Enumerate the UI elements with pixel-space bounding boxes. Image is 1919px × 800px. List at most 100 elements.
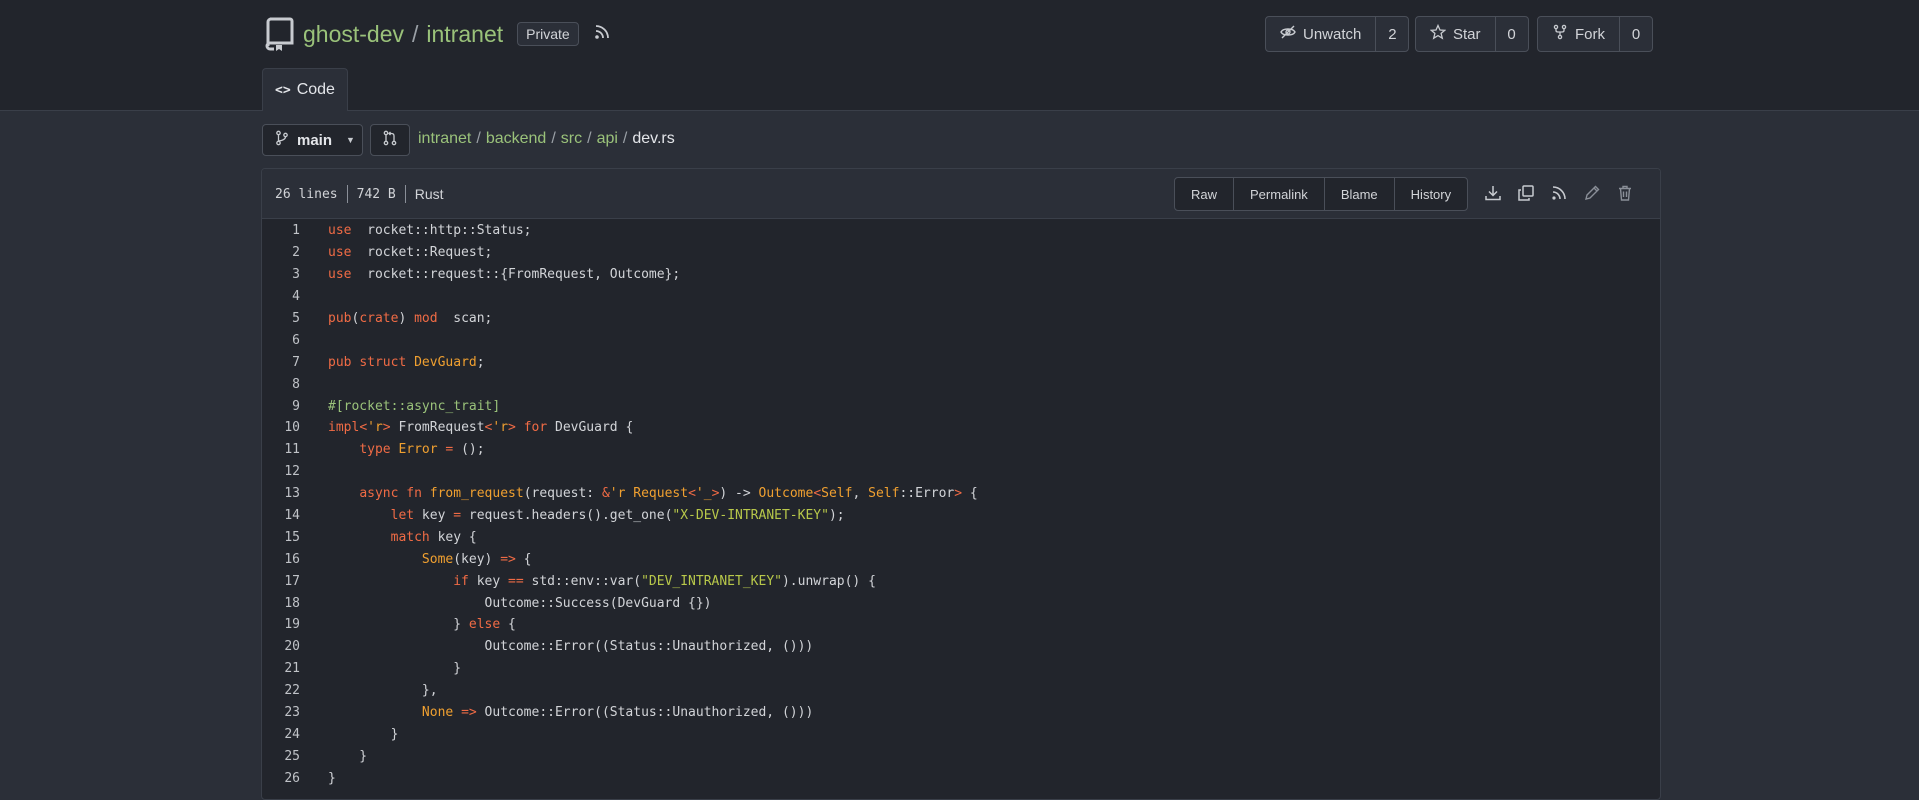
compare-button[interactable] xyxy=(370,124,410,156)
code-line: 22 }, xyxy=(262,680,1660,702)
repo-header: ghost-dev / intranet Private Unwatch 2 S… xyxy=(0,0,1919,111)
line-number[interactable]: 19 xyxy=(262,617,300,632)
breadcrumb-current-file: dev.rs xyxy=(632,130,675,147)
line-number[interactable]: 13 xyxy=(262,486,300,501)
line-content: Outcome::Error((Status::Unauthorized, ()… xyxy=(328,639,814,655)
line-content: } else { xyxy=(328,617,516,633)
watch-group: Unwatch 2 xyxy=(1265,16,1410,52)
line-number[interactable]: 8 xyxy=(262,377,300,392)
code-line: 13 async fn from_request(request: &'r Re… xyxy=(262,483,1660,505)
breadcrumb-separator: / xyxy=(622,130,628,147)
line-content: use rocket::Request; xyxy=(328,245,493,261)
line-number[interactable]: 11 xyxy=(262,442,300,457)
line-content: } xyxy=(328,726,399,742)
code-line: 15 match key { xyxy=(262,526,1660,548)
edit-icon[interactable] xyxy=(1583,184,1601,202)
repo-separator: / xyxy=(412,20,419,47)
trash-icon[interactable] xyxy=(1616,184,1634,202)
breadcrumb-item[interactable]: backend xyxy=(486,130,547,148)
code-line: 2 use rocket::Request; xyxy=(262,242,1660,264)
breadcrumb-separator: / xyxy=(587,130,592,147)
blame-button[interactable]: Blame xyxy=(1325,178,1395,210)
file-size: 742 B xyxy=(356,186,396,202)
code-line: 8 xyxy=(262,373,1660,395)
line-number[interactable]: 17 xyxy=(262,574,300,589)
repo-title: ghost-dev / intranet Private xyxy=(265,14,611,54)
line-content: match key { xyxy=(390,529,477,545)
line-number[interactable]: 7 xyxy=(262,355,300,370)
download-icon[interactable] xyxy=(1484,184,1502,202)
breadcrumb-item[interactable]: intranet xyxy=(418,130,471,148)
unwatch-button[interactable]: Unwatch xyxy=(1266,17,1377,51)
line-content: pub struct DevGuard; xyxy=(328,354,485,370)
code-line: 9 #[rocket::async_trait] xyxy=(262,395,1660,417)
raw-button[interactable]: Raw xyxy=(1175,178,1235,210)
line-number[interactable]: 5 xyxy=(262,311,300,326)
branch-selector[interactable]: main ▼ xyxy=(262,124,363,156)
breadcrumb-item[interactable]: api xyxy=(597,130,618,148)
code-line: 23 None => Outcome::Error((Status::Unaut… xyxy=(262,702,1660,724)
line-number[interactable]: 24 xyxy=(262,727,300,742)
line-content: }, xyxy=(328,683,438,699)
line-number[interactable]: 20 xyxy=(262,639,300,654)
branch-name: main xyxy=(297,131,333,149)
line-number[interactable]: 22 xyxy=(262,683,300,698)
line-number[interactable]: 23 xyxy=(262,705,300,720)
fork-icon xyxy=(1552,24,1568,44)
code-line: 7 pub struct DevGuard; xyxy=(262,351,1660,373)
star-group: Star 0 xyxy=(1415,16,1529,52)
code-line: 1 use rocket::http::Status; xyxy=(262,220,1660,242)
line-number[interactable]: 26 xyxy=(262,771,300,786)
line-number[interactable]: 25 xyxy=(262,749,300,764)
line-number[interactable]: 21 xyxy=(262,661,300,676)
line-content: None => Outcome::Error((Status::Unauthor… xyxy=(421,705,814,721)
code-line: 16 Some(key) => { xyxy=(262,548,1660,570)
code-line: 14 let key = request.headers().get_one("… xyxy=(262,505,1660,527)
line-content: use rocket::http::Status; xyxy=(328,223,532,239)
file-icon-actions xyxy=(1484,184,1634,202)
permalink-button[interactable]: Permalink xyxy=(1234,178,1325,210)
code-line: 19 } else { xyxy=(262,614,1660,636)
code-line: 3 use rocket::request::{FromRequest, Outc… xyxy=(262,264,1660,286)
line-number[interactable]: 3 xyxy=(262,267,300,282)
line-number[interactable]: 12 xyxy=(262,464,300,479)
line-number[interactable]: 4 xyxy=(262,289,300,304)
repo-name-link[interactable]: intranet xyxy=(426,21,503,48)
fork-label: Fork xyxy=(1575,25,1605,43)
code-line: 17 if key == std::env::var("DEV_INTRANET… xyxy=(262,570,1660,592)
fork-button[interactable]: Fork xyxy=(1538,17,1620,51)
rss-feed-icon[interactable] xyxy=(593,23,611,46)
line-content: async fn from_request(request: &'r Reque… xyxy=(359,486,978,502)
breadcrumb-separator: / xyxy=(551,130,556,147)
line-number[interactable]: 9 xyxy=(262,399,300,414)
line-number[interactable]: 15 xyxy=(262,530,300,545)
forks-count[interactable]: 0 xyxy=(1620,17,1652,51)
line-number[interactable]: 18 xyxy=(262,596,300,611)
rss-icon[interactable] xyxy=(1550,184,1568,202)
fork-button-group: Fork 0 xyxy=(1537,16,1653,52)
file-meta: 26 lines 742 B Rust xyxy=(275,185,444,203)
history-button[interactable]: History xyxy=(1395,178,1467,210)
line-content: Outcome::Success(DevGuard {}) xyxy=(328,595,712,611)
breadcrumb-item[interactable]: src xyxy=(561,130,582,148)
line-content: } xyxy=(328,770,336,786)
star-icon xyxy=(1429,23,1447,44)
watchers-count[interactable]: 2 xyxy=(1376,17,1408,51)
star-button[interactable]: Star xyxy=(1416,17,1496,51)
stars-count[interactable]: 0 xyxy=(1496,17,1528,51)
line-number[interactable]: 14 xyxy=(262,508,300,523)
repo-owner-link[interactable]: ghost-dev xyxy=(303,21,404,48)
repo-icon xyxy=(265,16,295,52)
file-view-buttons: Raw Permalink Blame History xyxy=(1174,177,1469,211)
line-content: } xyxy=(328,748,368,764)
line-number[interactable]: 1 xyxy=(262,223,300,238)
line-number[interactable]: 10 xyxy=(262,420,300,435)
line-number[interactable]: 16 xyxy=(262,552,300,567)
line-number[interactable]: 2 xyxy=(262,245,300,260)
line-content: #[rocket::async_trait] xyxy=(328,398,501,414)
code-line: 24 } xyxy=(262,723,1660,745)
line-content: Some(key) => { xyxy=(421,551,532,567)
copy-icon[interactable] xyxy=(1517,184,1535,202)
line-number[interactable]: 6 xyxy=(262,333,300,348)
tab-code[interactable]: <> Code xyxy=(262,68,348,111)
